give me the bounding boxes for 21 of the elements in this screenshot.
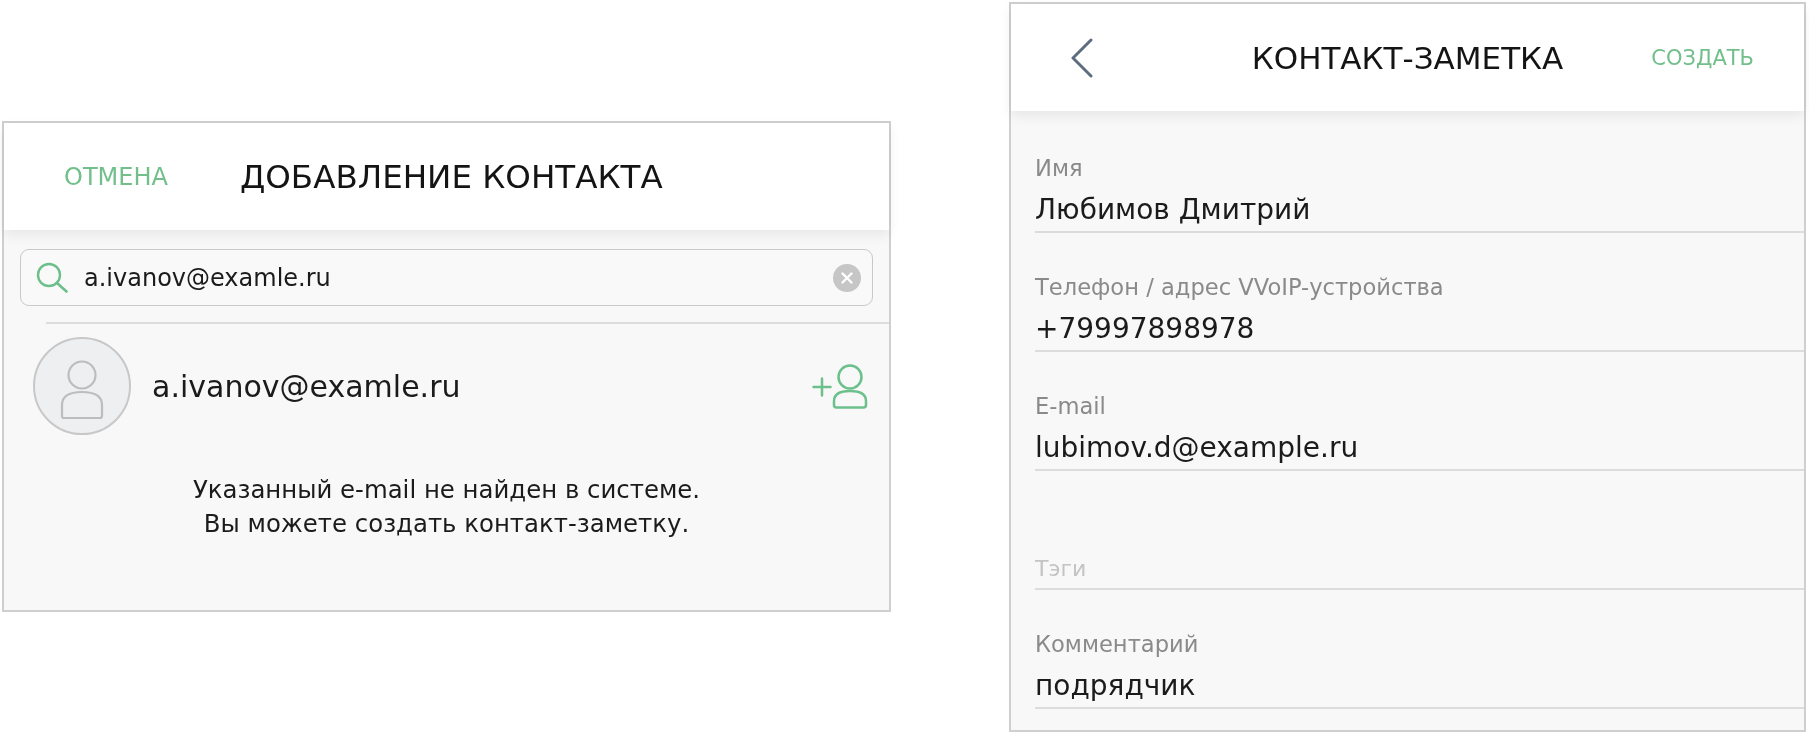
field-input[interactable]: Любимов Дмитрий bbox=[1035, 187, 1804, 233]
field-input[interactable]: +79997898978 bbox=[1035, 306, 1804, 352]
screen-title: ДОБАВЛЕНИЕ КОНТАКТА bbox=[239, 156, 663, 197]
field-label: Имя bbox=[1035, 155, 1084, 181]
add-person-icon bbox=[812, 363, 868, 409]
add-contact-button[interactable] bbox=[812, 363, 868, 409]
back-chevron-icon bbox=[1070, 37, 1093, 78]
field-label: Комментарий bbox=[1035, 631, 1200, 657]
clear-icon bbox=[833, 263, 861, 292]
avatar-icon bbox=[33, 337, 131, 435]
field-label: E-mail bbox=[1035, 393, 1107, 419]
field-input[interactable]: lubimov.d@example.ru bbox=[1035, 425, 1804, 471]
search-icon bbox=[36, 262, 68, 293]
back-button[interactable] bbox=[1070, 37, 1093, 78]
screen-title: КОНТАКТ-ЗАМЕТКА bbox=[1251, 38, 1564, 78]
search-field[interactable]: a.ivanov@examle.ru bbox=[20, 249, 873, 306]
field-input[interactable]: подрядчик bbox=[1035, 663, 1804, 709]
clear-button[interactable] bbox=[833, 263, 861, 292]
field-label: Телефон / адрес VVoIP-устройства bbox=[1035, 274, 1445, 300]
contact-email: a.ivanov@examle.ru bbox=[152, 368, 462, 404]
not-found-message: Указанный e-mail не найден в системе. Вы можете создать контакт-заметку. bbox=[192, 474, 701, 540]
